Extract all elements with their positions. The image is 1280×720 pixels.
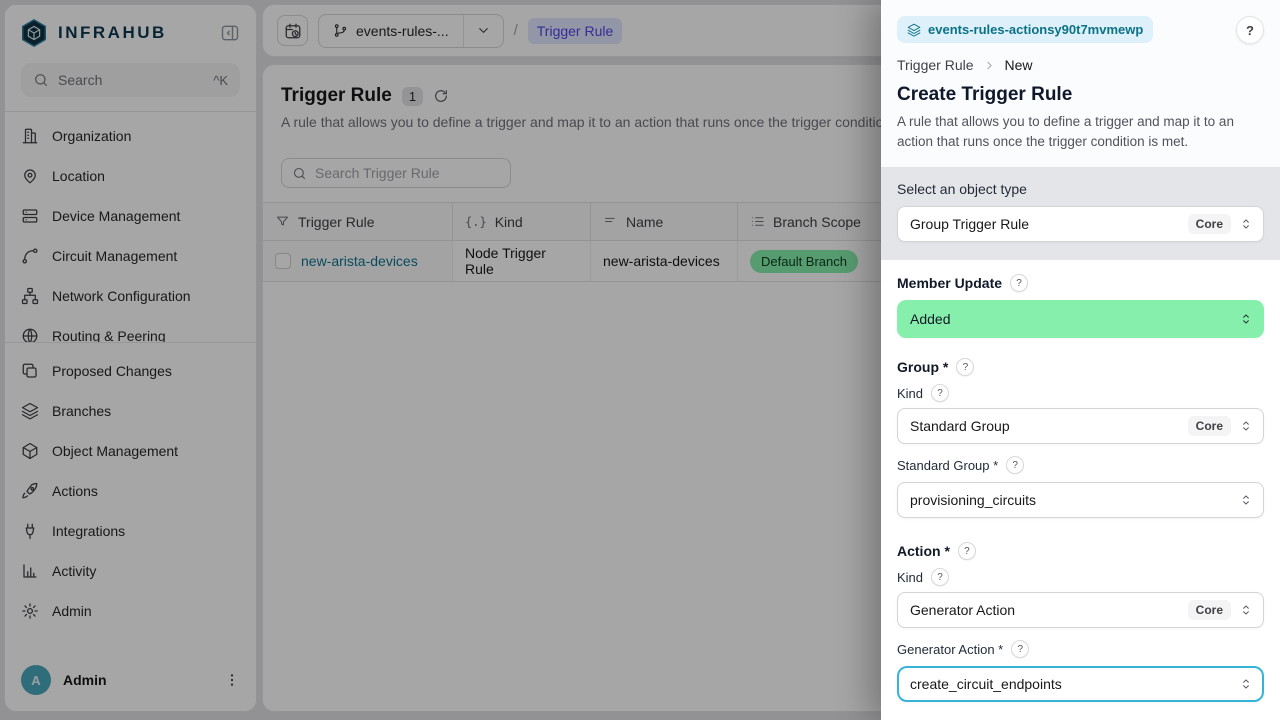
core-badge: Core — [1188, 416, 1231, 436]
standard-group-value: provisioning_circuits — [910, 492, 1231, 508]
drawer-breadcrumb: Trigger Rule New — [897, 57, 1264, 73]
chevrons-up-down-icon — [1239, 217, 1253, 231]
help-icon[interactable]: ? — [931, 384, 949, 402]
layers-icon — [907, 23, 921, 37]
object-type-section: Select an object type Group Trigger Rule… — [881, 167, 1280, 260]
standard-group-select[interactable]: provisioning_circuits — [897, 482, 1264, 518]
drawer-description: A rule that allows you to define a trigg… — [897, 112, 1264, 152]
chevrons-up-down-icon — [1239, 419, 1253, 433]
action-kind-select[interactable]: Generator Action Core — [897, 592, 1264, 628]
chevrons-up-down-icon — [1239, 603, 1253, 617]
action-section-label: Action * — [897, 543, 950, 559]
help-icon[interactable]: ? — [956, 358, 974, 376]
drawer-title: Create Trigger Rule — [897, 84, 1264, 106]
group-section-label: Group * — [897, 359, 948, 375]
action-kind-label: Kind — [897, 570, 923, 585]
help-icon[interactable]: ? — [958, 542, 976, 560]
group-kind-select[interactable]: Standard Group Core — [897, 408, 1264, 444]
breadcrumb-leaf: New — [1005, 57, 1033, 73]
chevrons-up-down-icon — [1239, 493, 1253, 507]
chevrons-up-down-icon — [1239, 677, 1253, 691]
core-badge: Core — [1188, 600, 1231, 620]
generator-action-select[interactable]: create_circuit_endpoints — [897, 666, 1264, 702]
chevrons-up-down-icon — [1239, 312, 1253, 326]
generator-action-label: Generator Action * — [897, 642, 1003, 657]
help-icon[interactable]: ? — [1010, 274, 1028, 292]
help-icon[interactable]: ? — [931, 568, 949, 586]
help-icon[interactable]: ? — [1011, 640, 1029, 658]
object-kind-badge: events-rules-actionsy90t7mvmewp — [897, 16, 1153, 43]
member-update-value: Added — [910, 311, 1231, 327]
group-kind-label: Kind — [897, 386, 923, 401]
drawer-header: events-rules-actionsy90t7mvmewp ? Trigge… — [881, 0, 1280, 167]
standard-group-label: Standard Group * — [897, 458, 998, 473]
group-kind-value: Standard Group — [910, 418, 1180, 434]
help-icon[interactable]: ? — [1006, 456, 1024, 474]
object-type-select[interactable]: Group Trigger Rule Core — [897, 206, 1264, 242]
generator-action-value: create_circuit_endpoints — [910, 676, 1231, 692]
chevron-right-icon — [983, 59, 996, 72]
help-button[interactable]: ? — [1236, 16, 1264, 44]
action-kind-value: Generator Action — [910, 602, 1180, 618]
create-trigger-rule-drawer: events-rules-actionsy90t7mvmewp ? Trigge… — [881, 0, 1280, 720]
member-update-label: Member Update — [897, 275, 1002, 291]
drawer-form: Member Update ? Added Group * ? Kind ? S… — [881, 260, 1280, 720]
object-kind-badge-label: events-rules-actionsy90t7mvmewp — [928, 22, 1143, 37]
core-badge: Core — [1188, 214, 1231, 234]
breadcrumb-root[interactable]: Trigger Rule — [897, 57, 974, 73]
object-type-value: Group Trigger Rule — [910, 216, 1180, 232]
object-type-label: Select an object type — [897, 181, 1264, 197]
member-update-select[interactable]: Added — [897, 300, 1264, 338]
